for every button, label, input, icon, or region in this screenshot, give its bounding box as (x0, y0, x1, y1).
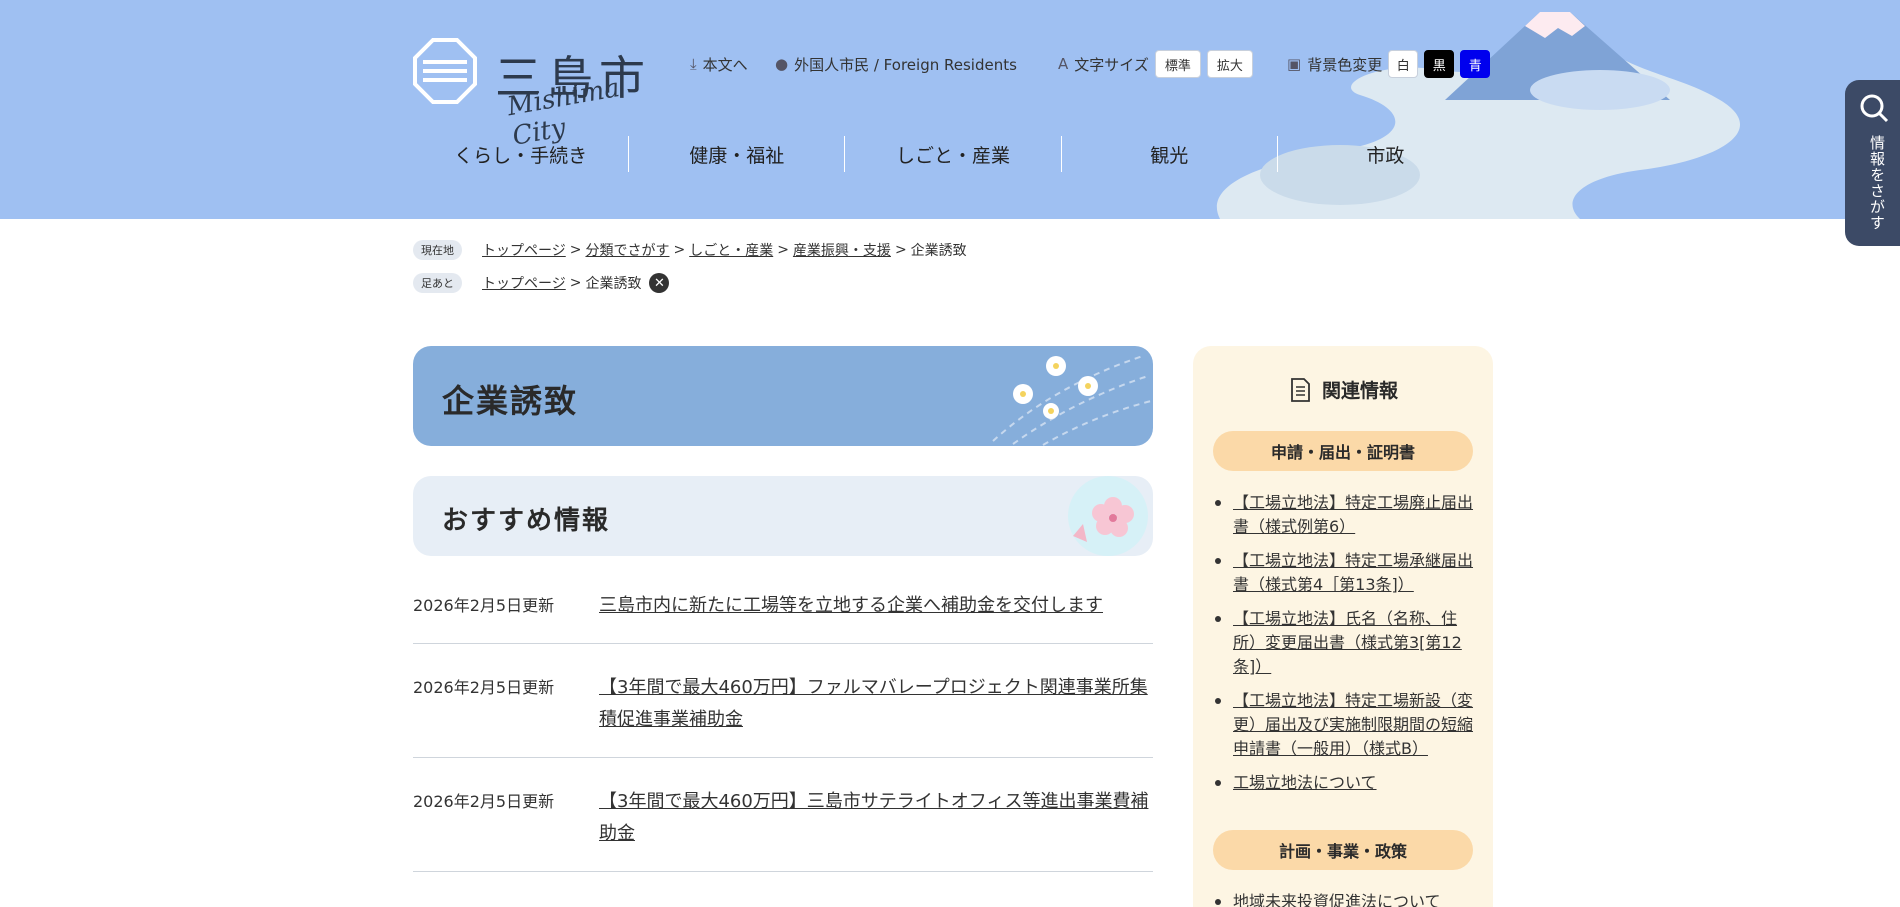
related-list-item: 【工場立地法】氏名（名称、住所）変更届出書（様式第3[第12条]） (1215, 607, 1473, 679)
news-item: 2026年2月5日更新 【3年間で最大460万円】ファルマバレープロジェクト関連… (413, 674, 1153, 758)
breadcrumb: 現在地 トップページ > 分類でさがす > しごと・産業 > 産業振興・支援 > 企業誘… (413, 239, 967, 261)
news-link[interactable]: 三島市内に新たに工場等を立地する企業へ補助金を交付します (599, 590, 1153, 622)
bg-white-button[interactable]: 白 (1388, 50, 1419, 78)
footprint-current: 企業誘致 (585, 276, 642, 292)
gnav-item-shigoto[interactable]: しごと・産業 (845, 136, 1062, 172)
section-title: おすすめ情報 (442, 506, 611, 536)
category-pill: 申請・届出・証明書 (1213, 431, 1473, 471)
city-emblem-icon (413, 38, 477, 104)
site-header: 三島市 Mishima City ⤓ 本文へ ● 外国人市民 / Foreign… (0, 0, 1900, 219)
flower-decoration-icon (992, 355, 1152, 446)
global-nav: くらし・手続き 健康・福祉 しごと・産業 観光 市政 (413, 136, 1493, 172)
gnav-item-kurashi[interactable]: くらし・手続き (413, 136, 630, 172)
search-info-tab[interactable]: 情報をさがす (1845, 80, 1900, 246)
news-link[interactable]: 【3年間で最大460万円】三島市サテライトオフィス等進出事業費補助金 (599, 786, 1153, 850)
globe-icon: ● (775, 55, 789, 73)
related-link[interactable]: 【工場立地法】氏名（名称、住所）変更届出書（様式第3[第12条]） (1233, 609, 1462, 676)
related-list-item: 工場立地法について (1215, 771, 1473, 795)
related-list-item: 【工場立地法】特定工場承継届出書（様式第4［第13条]） (1215, 549, 1473, 597)
skip-to-content-link[interactable]: ⤓ 本文へ (690, 50, 748, 78)
download-icon: ⤓ (690, 55, 697, 73)
section-heading: おすすめ情報 (413, 476, 1153, 556)
related-link[interactable]: 工場立地法について (1233, 773, 1377, 792)
bg-color-icon: ▣ (1287, 55, 1302, 73)
related-link[interactable]: 【工場立地法】特定工場廃止届出書（様式例第6） (1233, 493, 1473, 536)
related-link[interactable]: 地域未来投資促進法について (1233, 892, 1441, 907)
related-link[interactable]: 【工場立地法】特定工場承継届出書（様式第4［第13条]） (1233, 551, 1473, 594)
site-logo[interactable]: 三島市 Mishima City (413, 38, 673, 152)
font-size-control: A 文字サイズ 標準 拡大 (1058, 50, 1253, 78)
news-link[interactable]: 【3年間で最大460万円】ファルマバレープロジェクト関連事業所集積促進事業補助金 (599, 672, 1153, 736)
gnav-item-kanko[interactable]: 観光 (1062, 136, 1278, 172)
news-date: 2026年2月5日更新 (413, 792, 555, 811)
related-list-item: 地域未来投資促進法について (1215, 890, 1473, 907)
related-info-heading: 関連情報 (1193, 376, 1493, 403)
bg-black-button[interactable]: 黒 (1424, 50, 1455, 78)
page-title-banner: 企業誘致 (413, 346, 1153, 446)
news-item: 2026年2月5日更新 三島市内に新たに工場等を立地する企業へ補助金を交付します (413, 592, 1153, 644)
related-link[interactable]: 【工場立地法】特定工場新設（変更）届出及び実施制限期間の短縮申請書（一般用）（様… (1233, 691, 1473, 758)
mount-fuji-illustration (1216, 12, 1741, 219)
font-size-icon: A (1058, 55, 1069, 73)
breadcrumb-current: 企業誘致 (910, 243, 967, 259)
footprint-trail: 足あと トップページ > 企業誘致 ✕ (413, 272, 670, 294)
breadcrumb-link[interactable]: トップページ (482, 240, 566, 260)
category-pill: 計画・事業・政策 (1213, 830, 1473, 870)
footprint-link[interactable]: トップページ (482, 273, 566, 293)
gnav-item-kenko[interactable]: 健康・福祉 (629, 136, 846, 172)
news-date: 2026年2月5日更新 (413, 678, 555, 697)
bg-blue-button[interactable]: 青 (1460, 50, 1491, 78)
close-icon[interactable]: ✕ (649, 273, 670, 293)
breadcrumb-link[interactable]: しごと・産業 (689, 240, 773, 260)
related-list-item: 【工場立地法】特定工場新設（変更）届出及び実施制限期間の短縮申請書（一般用）（様… (1215, 689, 1473, 761)
related-list-item: 【工場立地法】特定工場廃止届出書（様式例第6） (1215, 491, 1473, 539)
bg-color-control: ▣ 背景色変更 白 黒 青 (1287, 50, 1491, 78)
font-standard-button[interactable]: 標準 (1154, 50, 1201, 78)
sakura-decoration-icon (1068, 476, 1148, 556)
font-large-button[interactable]: 拡大 (1206, 50, 1253, 78)
related-info-panel: 関連情報 申請・届出・証明書 【工場立地法】特定工場廃止届出書（様式例第6） 【… (1193, 346, 1493, 907)
document-icon (1291, 377, 1310, 402)
page-title: 企業誘致 (442, 382, 579, 420)
news-date: 2026年2月5日更新 (413, 596, 555, 615)
search-icon (1860, 94, 1889, 123)
news-item: 2026年2月5日更新 【3年間で最大460万円】三島市サテライトオフィス等進出… (413, 788, 1153, 872)
foreign-residents-link[interactable]: ● 外国人市民 / Foreign Residents (775, 50, 1017, 78)
breadcrumb-link[interactable]: 分類でさがす (585, 240, 669, 260)
gnav-item-shisei[interactable]: 市政 (1278, 136, 1493, 172)
breadcrumb-link[interactable]: 産業振興・支援 (793, 240, 891, 260)
